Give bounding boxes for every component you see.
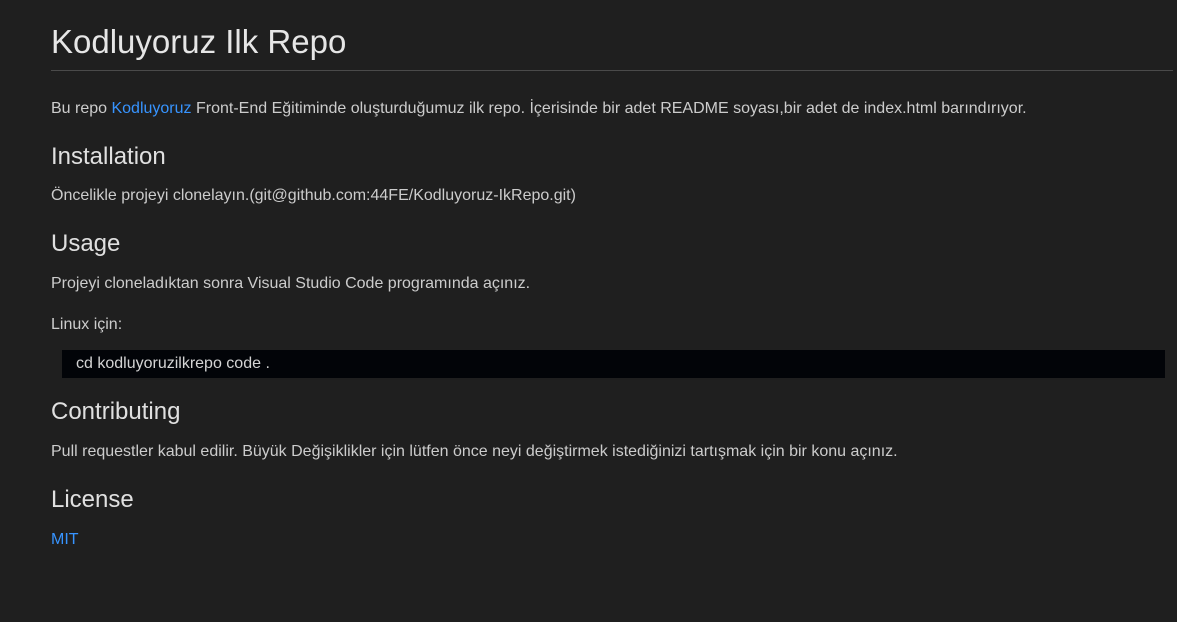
license-heading: License: [51, 486, 134, 513]
installation-text: Öncelikle projeyi clonelayın.(git@github…: [51, 187, 576, 204]
page-title: Kodluyoruz Ilk Repo: [51, 0, 1173, 71]
markdown-preview: Kodluyoruz Ilk Repo Bu repo Kodluyoruz F…: [51, 0, 1173, 548]
contributing-text: Pull requestler kabul edilir. Büyük Deği…: [51, 443, 898, 460]
intro-paragraph: Bu repo Kodluyoruz Front-End Eğitiminde …: [51, 98, 1027, 120]
kodluyoruz-link[interactable]: Kodluyoruz: [111, 100, 191, 117]
linux-label: Linux için:: [51, 316, 123, 333]
code-block: cd kodluyoruzilkrepo code .: [62, 350, 1165, 378]
intro-text-after: Front-End Eğitiminde oluşturduğumuz ilk …: [191, 100, 1027, 117]
code-text: cd kodluyoruzilkrepo code .: [76, 355, 270, 372]
usage-text: Projeyi cloneladıktan sonra Visual Studi…: [51, 275, 531, 292]
installation-heading: Installation: [51, 143, 166, 170]
license-paragraph: MIT: [51, 529, 79, 551]
intro-text-before: Bu repo: [51, 100, 112, 117]
contributing-heading: Contributing: [51, 398, 181, 425]
mit-license-link[interactable]: MIT: [51, 531, 79, 548]
usage-heading: Usage: [51, 230, 121, 257]
